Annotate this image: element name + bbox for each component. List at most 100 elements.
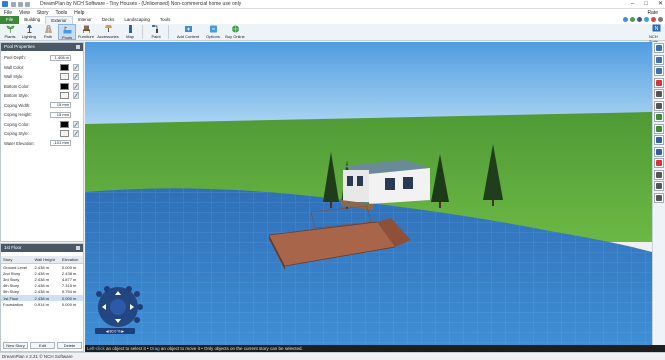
map-button[interactable]: Map <box>121 24 139 40</box>
eyedropper-icon[interactable] <box>73 120 79 128</box>
tab-exterior[interactable]: Exterior <box>45 16 73 24</box>
menu-tools[interactable]: Tools <box>55 10 67 16</box>
help-icon[interactable] <box>623 17 628 22</box>
rotate-icon[interactable] <box>134 291 140 297</box>
color-swatch[interactable] <box>60 63 69 71</box>
lighting-button[interactable]: Lighting <box>20 24 38 40</box>
options-button[interactable]: Options <box>204 24 222 40</box>
view-2d-icon[interactable] <box>654 135 664 145</box>
table-row[interactable]: 2nd Story 2.438 m 2.438 m <box>1 270 83 276</box>
table-row[interactable]: 5th Story 2.438 m 9.754 m <box>1 289 83 295</box>
pin-icon[interactable] <box>76 246 80 250</box>
column-header[interactable]: Story <box>1 256 33 264</box>
delete-tool-icon[interactable] <box>654 77 664 88</box>
property-value-field[interactable]: 1.408 m <box>50 54 71 61</box>
eyedropper-icon[interactable] <box>73 92 79 100</box>
property-row: Coping Color: <box>1 120 83 130</box>
undo-icon[interactable] <box>18 1 23 7</box>
view-3d-icon[interactable] <box>654 146 664 157</box>
tab-decks[interactable]: Decks <box>97 16 120 24</box>
menu-help[interactable]: Help <box>74 10 84 16</box>
table-row[interactable]: 1st Floor 2.438 m 0.000 m <box>1 294 83 302</box>
paint-button[interactable]: Paint <box>147 24 165 40</box>
minimize-icon[interactable]: – <box>631 1 634 7</box>
pools-button[interactable]: Pools <box>58 24 76 40</box>
image-icon[interactable] <box>654 181 664 191</box>
plant-tool-icon[interactable] <box>654 123 664 134</box>
property-label: Coping Width: <box>4 102 31 108</box>
eyedropper-icon[interactable] <box>73 63 79 71</box>
zoom-out-icon[interactable] <box>104 286 110 292</box>
copy-tool-icon[interactable] <box>654 66 664 76</box>
settings-icon[interactable] <box>658 17 663 22</box>
property-value-field[interactable]: 15 mm <box>50 111 71 118</box>
pin-tool-icon[interactable] <box>654 158 664 168</box>
fullscreen-icon[interactable] <box>654 192 664 203</box>
terrain-tool-icon[interactable] <box>654 112 664 122</box>
delete-story-button[interactable]: Delete <box>57 342 82 349</box>
maximize-icon[interactable]: □ <box>644 1 648 7</box>
path-button[interactable]: Path <box>39 24 57 40</box>
color-swatch[interactable] <box>60 130 69 138</box>
property-value-field[interactable]: -101 mm <box>50 140 71 147</box>
camera-tool-icon[interactable] <box>654 100 664 111</box>
menu-view[interactable]: View <box>19 10 30 16</box>
table-row[interactable]: Ground Level 2.438 m 0.000 m <box>1 264 83 271</box>
close-icon[interactable]: ✕ <box>658 1 663 7</box>
column-header[interactable]: Wall Height <box>32 256 60 264</box>
property-label: Pool Depth: <box>4 55 26 61</box>
menu-bar: File View Story Tools Help Rate <box>0 9 665 16</box>
menu-file[interactable]: File <box>4 10 12 16</box>
column-header[interactable]: Elevation <box>59 256 83 264</box>
add-content-button[interactable]: Add Content <box>173 24 203 40</box>
property-label: Coping Color: <box>4 121 30 127</box>
color-swatch[interactable] <box>60 120 69 128</box>
right-tool-strip <box>652 42 665 345</box>
version-text: DreamPlan v 2.21 © NCH Software <box>2 354 73 359</box>
table-row[interactable]: Foundation 0.914 m 0.000 m <box>1 301 83 307</box>
eyedropper-icon[interactable] <box>73 82 79 90</box>
furniture-label: Furniture <box>77 34 94 39</box>
nav-center[interactable] <box>110 299 126 315</box>
new-story-button[interactable]: New Story <box>3 342 28 349</box>
twitter-icon[interactable] <box>644 17 649 22</box>
3d-viewport[interactable]: ◀ 80.0 % ▶ <box>85 42 652 345</box>
youtube-icon[interactable] <box>651 17 656 22</box>
tilt-icon[interactable] <box>134 317 140 323</box>
table-row[interactable]: 4th Story 2.438 m 7.315 m <box>1 283 83 289</box>
tab-interior[interactable]: Interior <box>73 16 97 24</box>
property-row: Water Elevation: -101 mm <box>1 139 83 149</box>
accessories-button[interactable]: Accessories <box>96 24 120 40</box>
info-icon[interactable] <box>630 17 635 22</box>
status-text-1: an object to select it • <box>104 346 150 351</box>
buy-online-button[interactable]: Buy Online <box>223 24 247 40</box>
eyedropper-icon[interactable] <box>73 130 79 138</box>
table-row[interactable]: 3rd Story 2.438 m 4.877 m <box>1 276 83 282</box>
edit-story-button[interactable]: Edit <box>30 342 55 349</box>
move-tool-icon[interactable] <box>654 54 664 65</box>
tab-landscaping[interactable]: Landscaping <box>119 16 155 24</box>
save-icon[interactable] <box>11 1 16 7</box>
color-swatch[interactable] <box>60 73 69 81</box>
color-swatch[interactable] <box>60 82 69 90</box>
export-icon[interactable] <box>654 169 664 180</box>
measure-tool-icon[interactable] <box>654 89 664 99</box>
furniture-button[interactable]: Furniture <box>77 24 95 40</box>
facebook-icon[interactable] <box>637 17 642 22</box>
plants-button[interactable]: Plants <box>1 24 19 40</box>
add-content-icon <box>184 25 193 33</box>
pin-icon[interactable] <box>76 45 80 49</box>
tab-building[interactable]: Building <box>19 16 45 24</box>
menu-story[interactable]: Story <box>37 10 49 16</box>
zoom-in-icon[interactable] <box>96 291 102 297</box>
property-value-field[interactable]: 15 mm <box>50 102 71 109</box>
redo-icon[interactable] <box>25 1 30 7</box>
eyedropper-icon[interactable] <box>73 73 79 81</box>
nch-suite-button[interactable]: N NCH Suite <box>649 24 663 44</box>
select-tool-icon[interactable] <box>654 43 664 53</box>
view-icon[interactable] <box>137 304 143 310</box>
tab-tools[interactable]: Tools <box>155 16 176 24</box>
camera-icon[interactable] <box>126 286 132 292</box>
tab-file[interactable]: File <box>0 16 20 24</box>
color-swatch[interactable] <box>60 92 69 100</box>
